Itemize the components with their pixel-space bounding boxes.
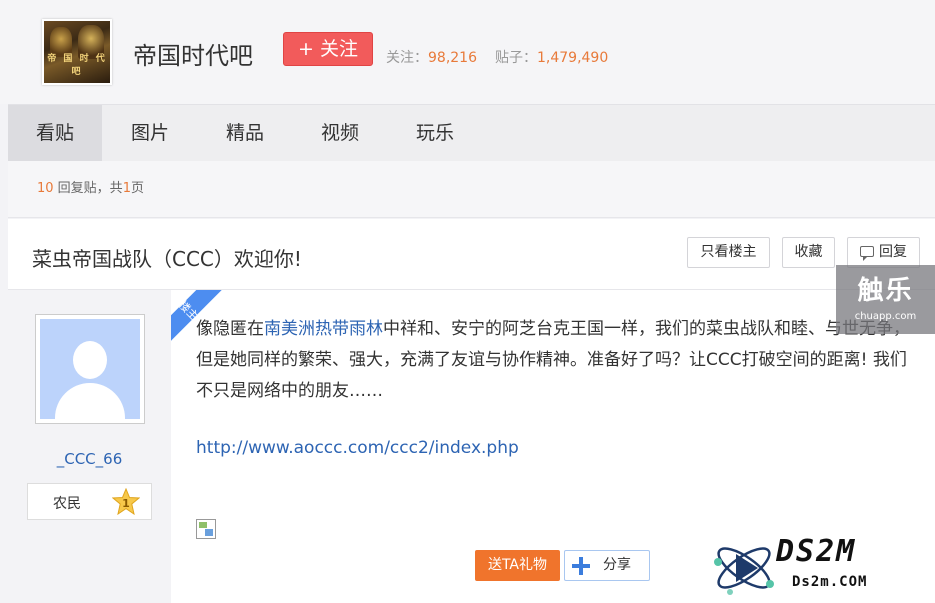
- favorite-button[interactable]: 收藏: [782, 237, 835, 268]
- share-button-label: 分享: [603, 557, 631, 573]
- followers-label: 关注：: [386, 50, 428, 66]
- level-number: 1: [122, 497, 130, 510]
- post-body: 像隐匿在南美洲热带雨林中祥和、安宁的阿芝台克王国一样，我们的菜虫战队和睦、与世无…: [196, 314, 916, 407]
- level-star-icon: 1: [112, 488, 140, 515]
- author-username[interactable]: _CCC_66: [8, 450, 171, 468]
- posts-count: 1,479,490: [537, 50, 609, 66]
- reply-button-label: 回复: [879, 244, 907, 260]
- ds2m-watermark-title: DS2M: [776, 534, 857, 569]
- reply-info: 10 回复贴，共1页: [8, 161, 935, 218]
- posts-stat: 贴子：1,479,490: [495, 47, 608, 67]
- reply-icon: [860, 246, 874, 261]
- tab-posts[interactable]: 看贴: [8, 105, 102, 162]
- reply-suffix: 回复贴，共: [53, 181, 123, 196]
- post-text-before: 像隐匿在: [196, 319, 264, 339]
- only-op-button[interactable]: 只看楼主: [687, 237, 770, 268]
- forum-logo[interactable]: 帝 国 时 代 吧: [42, 19, 112, 85]
- follow-button[interactable]: + 关注: [283, 32, 373, 66]
- tab-featured[interactable]: 精品: [203, 105, 287, 162]
- thread-title: 菜虫帝国战队（CCC）欢迎你!: [32, 247, 302, 271]
- send-gift-button[interactable]: 送TA礼物: [475, 550, 560, 581]
- thread-header: 菜虫帝国战队（CCC）欢迎你! 只看楼主 收藏 回复: [8, 219, 935, 290]
- page-suffix: 页: [130, 181, 144, 196]
- avatar-placeholder-icon: [40, 319, 140, 419]
- post-inline-link[interactable]: 南美洲热带雨林: [264, 319, 383, 339]
- chuapp-watermark: 触乐 chuapp.com: [836, 265, 935, 334]
- atom-logo-icon: [714, 547, 774, 595]
- plus-icon: [572, 557, 590, 575]
- reply-count: 10: [37, 181, 54, 196]
- user-level-badge[interactable]: 农民 1: [27, 483, 152, 520]
- chuapp-watermark-url: chuapp.com: [854, 311, 917, 322]
- post-url-link[interactable]: http://www.aoccc.com/ccc2/index.php: [196, 438, 519, 458]
- posts-label: 贴子：: [495, 50, 537, 66]
- level-name: 农民: [53, 496, 81, 512]
- tab-fun[interactable]: 玩乐: [393, 105, 477, 162]
- followers-count: 98,216: [428, 50, 477, 66]
- share-button[interactable]: 分享: [564, 550, 650, 581]
- avatar-body: [55, 383, 125, 419]
- ds2m-watermark-url: Ds2m.COM: [792, 574, 868, 590]
- reply-button[interactable]: 回复: [847, 237, 920, 268]
- broken-image-icon[interactable]: [196, 519, 216, 539]
- post-author-panel: _CCC_66 农民 1: [8, 290, 171, 603]
- avatar[interactable]: [35, 314, 145, 424]
- page-count[interactable]: 1: [123, 181, 131, 196]
- avatar-head: [73, 341, 107, 379]
- ds2m-watermark: DS2M Ds2m.COM: [708, 532, 935, 603]
- forum-tabs: 看贴 图片 精品 视频 玩乐: [8, 104, 935, 162]
- forum-name[interactable]: 帝国时代吧: [133, 36, 253, 71]
- tab-videos[interactable]: 视频: [298, 105, 382, 162]
- logo-text: 帝 国 时 代 吧: [47, 54, 107, 77]
- chuapp-watermark-title: 触乐: [857, 276, 914, 306]
- followers-stat: 关注：98,216: [386, 47, 477, 67]
- tab-images[interactable]: 图片: [108, 105, 192, 162]
- forum-header: 帝 国 时 代 吧 帝国时代吧 + 关注 关注：98,216 贴子：1,479,…: [0, 0, 935, 104]
